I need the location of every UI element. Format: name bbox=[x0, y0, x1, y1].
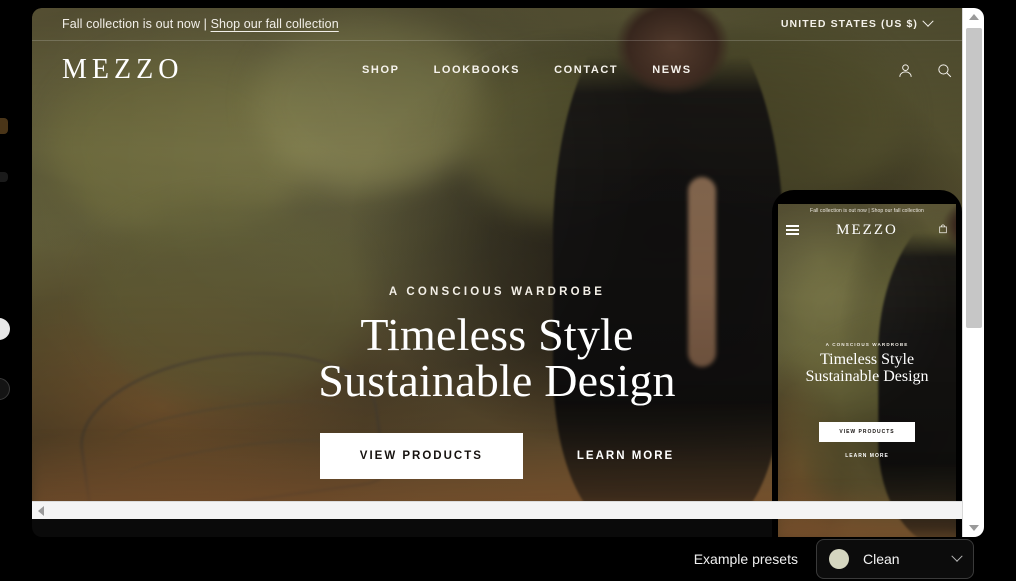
chevron-down-icon bbox=[922, 15, 934, 27]
site-header: MEZZO SHOP LOOKBOOKS CONTACT NEWS bbox=[32, 41, 962, 99]
announcement-bar: Fall collection is out now | Shop our fa… bbox=[32, 8, 962, 41]
mobile-view-products-button[interactable]: VIEW PRODUCTS bbox=[819, 422, 915, 442]
hamburger-menu-icon[interactable] bbox=[786, 223, 799, 238]
scroll-up-arrow-icon[interactable] bbox=[963, 8, 984, 26]
nav-link-shop[interactable]: SHOP bbox=[362, 64, 400, 76]
theme-preview-stage: Fall collection is out now | Shop our fa… bbox=[32, 8, 984, 537]
announcement-prefix: Fall collection is out now | bbox=[62, 17, 211, 31]
nav-link-news[interactable]: NEWS bbox=[652, 64, 691, 76]
preset-selected-value: Clean bbox=[863, 551, 900, 567]
header-icon-group bbox=[692, 62, 962, 79]
nav-link-contact[interactable]: CONTACT bbox=[554, 64, 618, 76]
offscreen-circle-button-2[interactable] bbox=[0, 378, 10, 400]
announcement-link[interactable]: Shop our fall collection bbox=[211, 17, 339, 31]
vertical-scrollbar-thumb[interactable] bbox=[966, 28, 982, 328]
search-icon[interactable] bbox=[936, 62, 953, 79]
preset-dropdown[interactable]: Clean bbox=[816, 539, 974, 579]
view-products-button[interactable]: VIEW PRODUCTS bbox=[319, 433, 523, 479]
scroll-down-arrow-icon[interactable] bbox=[963, 519, 984, 537]
nav-link-lookbooks[interactable]: LOOKBOOKS bbox=[434, 64, 521, 76]
learn-more-button[interactable]: LEARN MORE bbox=[577, 450, 674, 462]
mobile-hero-eyebrow: A CONSCIOUS WARDROBE bbox=[825, 342, 909, 347]
preview-horizontal-scrollbar[interactable] bbox=[32, 501, 962, 519]
chevron-down-icon bbox=[951, 550, 963, 562]
announcement-text: Fall collection is out now | Shop our fa… bbox=[62, 17, 339, 31]
offscreen-widget-2 bbox=[0, 172, 8, 182]
bottom-toolbar: Example presets Clean bbox=[0, 537, 1016, 581]
site-logo[interactable]: MEZZO bbox=[62, 54, 362, 86]
mobile-learn-more-button[interactable]: LEARN MORE bbox=[778, 453, 956, 459]
account-icon[interactable] bbox=[897, 62, 914, 79]
mobile-preview-screen[interactable]: Fall collection is out now | Shop our fa… bbox=[778, 204, 956, 537]
offscreen-widget-1 bbox=[0, 118, 8, 134]
scroll-left-arrow-icon[interactable] bbox=[32, 502, 50, 520]
primary-nav: SHOP LOOKBOOKS CONTACT NEWS bbox=[362, 64, 692, 76]
country-selector[interactable]: UNITED STATES (US $) bbox=[780, 15, 934, 30]
preset-color-swatch bbox=[829, 549, 849, 569]
mobile-site-header: MEZZO bbox=[778, 217, 956, 243]
country-selector-label: UNITED STATES (US $) bbox=[780, 18, 918, 30]
mobile-hero-cta-group: VIEW PRODUCTS LEARN MORE bbox=[778, 420, 956, 459]
preview-vertical-scrollbar[interactable] bbox=[962, 8, 984, 537]
app-root: Fall collection is out now | Shop our fa… bbox=[0, 0, 1016, 581]
mobile-announcement-bar: Fall collection is out now | Shop our fa… bbox=[810, 207, 924, 214]
mobile-hero-text-block: A CONSCIOUS WARDROBE Timeless Style Sust… bbox=[778, 342, 956, 386]
offscreen-circle-button-1[interactable] bbox=[0, 318, 10, 340]
mobile-bag-icon[interactable] bbox=[938, 221, 948, 239]
mobile-hero-heading-line-1: Timeless Style bbox=[819, 351, 915, 368]
mobile-hero-heading: Timeless Style Sustainable Design bbox=[778, 351, 956, 386]
example-presets-label: Example presets bbox=[693, 551, 798, 567]
mobile-preview-device[interactable]: Fall collection is out now | Shop our fa… bbox=[772, 190, 962, 537]
mobile-hero-heading-line-2: Sustainable Design bbox=[805, 367, 929, 385]
mobile-site-logo[interactable]: MEZZO bbox=[778, 222, 956, 239]
